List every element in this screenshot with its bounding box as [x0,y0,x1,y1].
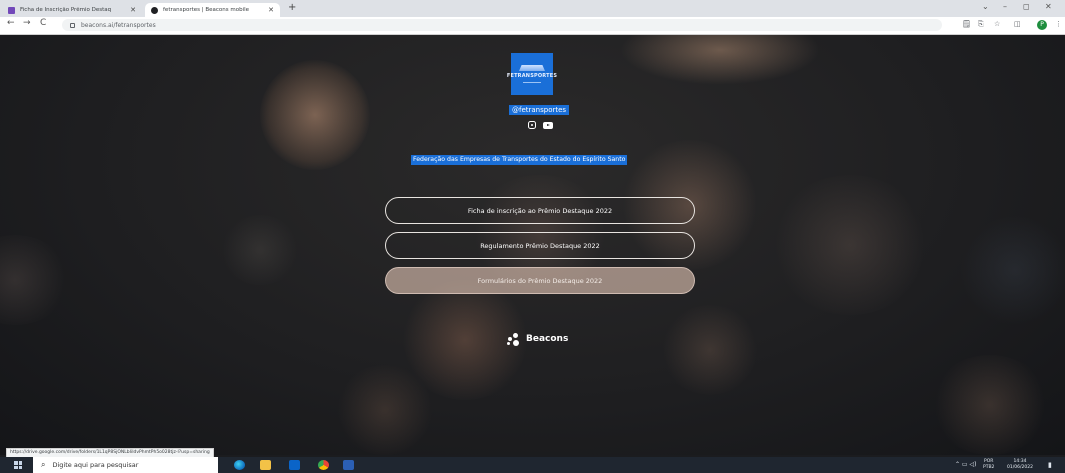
forward-button[interactable]: → [23,18,31,28]
side-panel-icon[interactable]: ◫ [1014,20,1021,28]
reload-button[interactable]: C [40,18,46,28]
clock-date: 01/06/2022 [1007,465,1033,470]
tab-close-icon[interactable]: ✕ [130,6,136,14]
forms-favicon-icon [8,6,15,14]
background-bokeh [620,35,820,85]
url-input[interactable]: beacons.ai/fetransportes [62,19,942,31]
search-icon: ⌕ [41,460,46,469]
tray-icons[interactable]: ⌃ ▭ ◁) [955,461,976,468]
outlook-icon[interactable] [289,460,300,470]
logo-text: FETRANSPORTES [506,73,558,79]
new-tab-button[interactable]: + [288,2,296,13]
tab-beacons[interactable]: fetransportes | Beacons mobile ✕ [145,3,280,17]
windows-taskbar: ⌕ Digite aqui para pesquisar ⌃ ▭ ◁) POR … [0,457,1065,473]
link-ficha-inscricao-button[interactable]: Ficha de inscrição ao Prêmio Destaque 20… [385,197,695,224]
edge-browser-icon[interactable] [234,460,245,470]
background-bokeh [960,215,1065,325]
address-bar-row: ← → C beacons.ai/fetransportes 🗒 ⎘ ☆ ◫ P… [0,17,1065,35]
background-bokeh [770,175,930,315]
profile-logo: FETRANSPORTES [507,53,557,95]
bookmark-star-icon[interactable]: ☆ [994,20,1000,28]
search-placeholder: Digite aqui para pesquisar [52,461,139,469]
keyboard-layout: PTB2 [983,465,995,470]
background-bokeh [220,215,300,285]
minimize-button[interactable]: – [1003,2,1007,11]
language-indicator[interactable]: POR PTB2 [983,459,994,471]
tab-close-icon[interactable]: ✕ [268,6,274,14]
background-bokeh [660,305,760,395]
maximize-button[interactable]: ◻ [1023,2,1030,11]
profile-handle: @fetransportes [509,105,570,115]
translate-icon[interactable]: 🗒 [962,20,971,28]
background-bokeh [930,355,1050,455]
notification-icon[interactable]: ▮ [1048,461,1052,469]
windows-start-icon[interactable] [14,461,22,469]
menu-kebab-icon[interactable]: ⋮ [1055,20,1062,28]
system-clock[interactable]: 14:34 01/06/2022 [1007,459,1033,471]
share-icon[interactable]: ⎘ [978,20,984,29]
tab-search-icon[interactable]: ⌄ [982,2,989,11]
link-formularios-button[interactable]: Formulários do Prêmio Destaque 2022 [385,267,695,294]
logo-underline [523,82,541,83]
background-bokeh [335,365,435,455]
instagram-icon[interactable] [527,120,537,130]
tab-ficha-inscricao[interactable]: Ficha de Inscrição Prêmio Destaq ✕ [2,3,142,17]
beacons-favicon-icon [151,6,158,14]
youtube-icon[interactable] [543,120,553,130]
chrome-icon[interactable] [318,460,329,470]
link-regulamento-button[interactable]: Regulamento Prêmio Destaque 2022 [385,232,695,259]
beacons-brand-text: Beacons [526,334,569,344]
word-icon[interactable] [343,460,354,470]
background-bokeh [260,60,370,170]
taskbar-search-input[interactable]: ⌕ Digite aqui para pesquisar [33,457,218,473]
beacons-page: FETRANSPORTES @fetransportes Federação d… [0,35,1065,455]
profile-avatar[interactable]: P [1037,20,1047,30]
back-button[interactable]: ← [7,18,15,28]
lock-icon [70,22,75,28]
tab-title: fetransportes | Beacons mobile [163,7,250,13]
url-text: beacons.ai/fetransportes [81,21,156,29]
file-explorer-icon[interactable] [260,460,271,470]
background-bokeh [0,235,70,325]
browser-tab-strip: Ficha de Inscrição Prêmio Destaq ✕ fetra… [0,0,1065,17]
profile-bio: Federação das Empresas de Transportes do… [411,155,628,165]
beacons-footer-logo[interactable]: Beacons [507,332,568,346]
close-window-button[interactable]: ✕ [1045,2,1052,11]
tab-title: Ficha de Inscrição Prêmio Destaq [20,7,112,13]
social-links [527,120,553,130]
bus-roof-icon [519,65,545,71]
beacons-logo-icon [507,332,521,346]
